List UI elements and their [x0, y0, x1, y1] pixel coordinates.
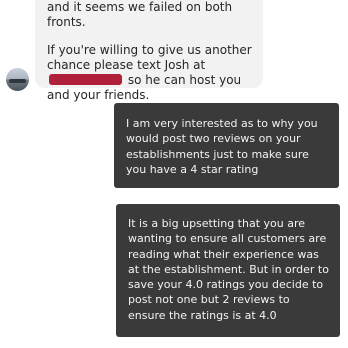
sent-message-text: I am very interested as to why you would…: [126, 117, 318, 176]
sent-message-bubble: It is a big upsetting that you are wanti…: [116, 204, 340, 337]
redacted-phone-number: [49, 74, 122, 85]
sent-message-text: It is a big upsetting that you are wanti…: [128, 217, 329, 322]
sent-message-bubble: I am very interested as to why you would…: [114, 103, 339, 188]
received-message-text: If you're willing to give us another cha…: [47, 43, 252, 72]
received-message-line: and it seems we failed on both fronts.: [47, 0, 233, 29]
sender-avatar[interactable]: [6, 68, 29, 91]
received-message-bubble: and it seems we failed on both fronts. I…: [35, 0, 263, 102]
received-message-line: If you're willing to give us another cha…: [47, 43, 253, 103]
